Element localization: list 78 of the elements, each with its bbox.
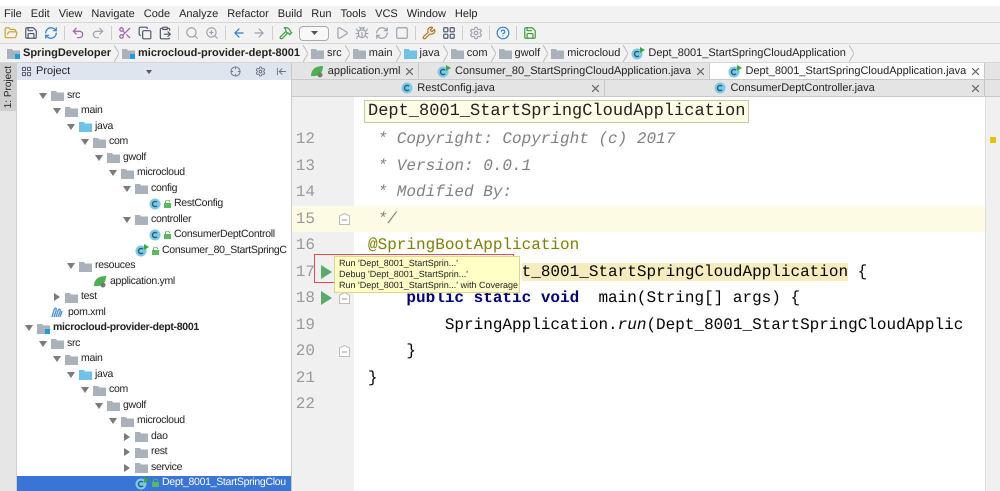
tree-item[interactable]: src [17,88,291,104]
code-line: * Modified By: [376,182,512,204]
breadcrumb-item[interactable]: java [400,44,443,62]
breadcrumb-item[interactable]: Dept_8001_StartSpringCloudApplication [628,44,849,62]
tree-item[interactable]: rest [17,444,291,460]
menu-item[interactable]: Edit [30,6,50,22]
code-line: */ [376,208,397,230]
breadcrumb-item[interactable]: SpringDeveloper [4,44,114,62]
menu-item[interactable]: Help [454,6,478,22]
tree-item[interactable]: java [17,367,291,382]
line-number: 12 [294,129,315,150]
editor-tab[interactable]: Consumer_80_StartSpringCloudApplication.java [419,63,710,79]
popup-menu-item[interactable]: Run 'Dept_8001_StartSprin...' with Coverage [339,280,515,291]
line-number: 18 [294,288,315,310]
line-number: 22 [294,394,315,416]
menu-item[interactable]: Code [144,6,170,22]
tree-item[interactable]: Consumer_80_StartSpringC [17,243,291,258]
class-name-tooltip: Dept_8001_StartSpringCloudApplication [364,100,750,123]
code-line: SpringApplication.run(Dept_8001_StartSpringCloudApplic [444,314,964,336]
breadcrumb-item[interactable]: main [350,44,396,62]
tree-item[interactable]: Dept_8001_StartSpringClou [17,476,291,491]
code-line: * Version: 0.0.1 [376,156,532,177]
tree-item[interactable]: test [17,290,291,305]
menu-item[interactable]: View [58,6,82,22]
tree-item[interactable]: main [17,104,291,119]
code-line: } [405,341,416,362]
menu-item[interactable]: VCS [375,6,398,22]
line-number: 21 [294,368,315,389]
line-number: 20 [294,341,315,362]
tree-item[interactable]: main [17,352,291,367]
menu-item[interactable]: Run [311,6,332,22]
tree-item[interactable]: com [17,134,291,150]
breadcrumb-item[interactable]: microcloud [548,44,624,62]
menu-item[interactable]: Analyze [179,6,218,22]
breadcrumb-item[interactable]: com [448,44,490,62]
menu-item[interactable]: Refactor [227,6,269,22]
tree-item[interactable]: gwolf [17,398,291,414]
project-tool-tab[interactable]: 1: Project [0,63,16,112]
code-line: * Copyright: Copyright (c) 2017 [376,129,676,150]
breadcrumb-item[interactable]: microcloud-provider-dept-8001 [119,44,304,62]
menu-item[interactable]: Build [278,6,302,22]
editor-tab[interactable]: Dept_8001_StartSpringCloudApplication.java [710,63,986,79]
line-number: 17 [294,262,315,283]
popup-menu-item[interactable]: Debug 'Dept_8001_StartSprin...' [339,269,515,280]
tree-item[interactable]: microcloud [17,414,291,429]
menu-item[interactable]: File [4,6,22,22]
line-number: 14 [294,182,315,204]
tree-item[interactable]: resouces [17,258,291,274]
tree-item[interactable]: application.yml [17,274,291,290]
breadcrumb-item[interactable]: gwolf [496,44,544,62]
popup-menu-item[interactable]: Run 'Dept_8001_StartSprin...' [339,258,515,269]
tree-item[interactable]: microcloud [17,166,291,181]
breadcrumb-item[interactable]: src [308,44,345,62]
menu-item[interactable]: Window [406,6,446,22]
tree-item[interactable]: controller [17,212,291,228]
tree-item[interactable]: config [17,181,291,196]
tree-item[interactable]: java [17,119,291,134]
editor-tab[interactable]: RestConfig.java [292,80,606,96]
line-number: 19 [294,314,315,336]
tree-item[interactable]: src [17,336,291,352]
line-number: 13 [294,156,315,177]
line-number: 16 [294,235,315,256]
tree-item[interactable]: ConsumerDeptControll [17,228,291,243]
editor-tab[interactable]: application.yml [292,63,420,79]
code-line: @SpringBootApplication [367,235,580,256]
tree-item[interactable]: pom.xml [17,305,291,320]
tree-item[interactable]: com [17,382,291,398]
menu-item[interactable]: Navigate [91,6,135,22]
menu-item[interactable]: Tools [340,6,366,22]
tree-item[interactable]: RestConfig [17,196,291,212]
tree-item[interactable]: service [17,460,291,476]
tree-item[interactable]: gwolf [17,150,291,166]
code-line: } [367,368,378,389]
panel-title[interactable]: Project [36,63,70,80]
tree-item[interactable]: dao [17,429,291,444]
tree-item[interactable]: microcloud-provider-dept-8001 [17,320,291,336]
line-number: 15 [294,208,315,230]
editor-tab[interactable]: ConsumerDeptController.java [605,80,986,96]
